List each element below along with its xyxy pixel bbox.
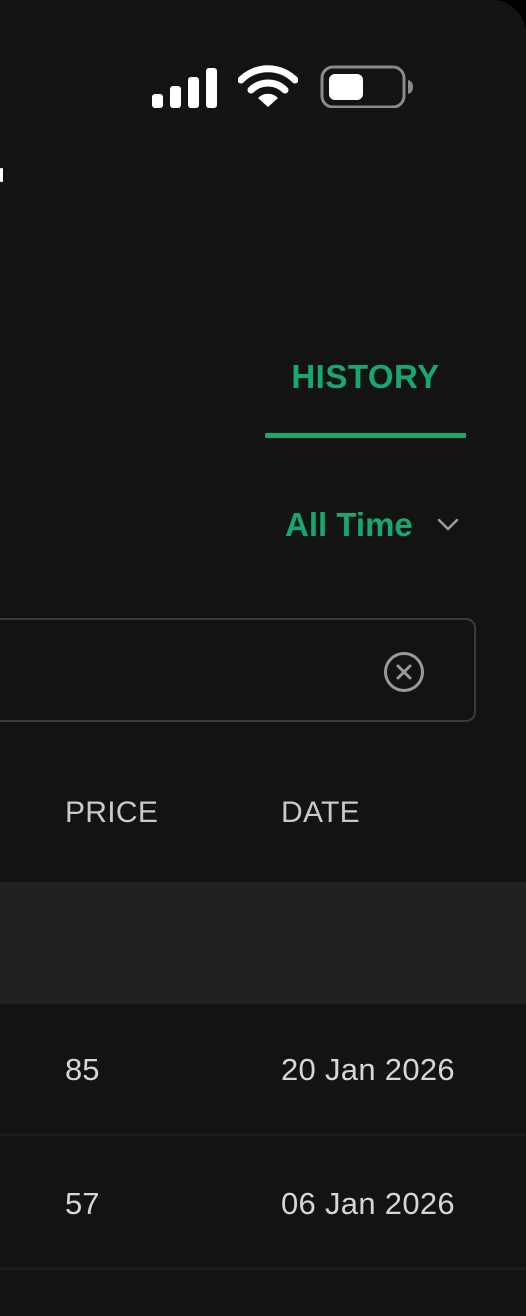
clear-circle-icon[interactable] (382, 650, 426, 694)
cellular-signal-icon (152, 68, 217, 108)
wifi-icon (238, 65, 298, 107)
column-header-date[interactable]: DATE (281, 796, 360, 830)
date-cell: 20 Jan 2026 (281, 1052, 455, 1087)
time-range-label: All Time (285, 506, 413, 543)
table-row[interactable]: 85 20 Jan 2026 (0, 1004, 526, 1136)
tab-history[interactable]: HISTORY (265, 350, 466, 438)
time-range-dropdown[interactable]: All Time (285, 502, 465, 552)
status-bar (140, 62, 430, 110)
column-header-price[interactable]: PRICE (65, 796, 158, 830)
tab-history-label: HISTORY (291, 358, 440, 395)
battery-icon (320, 65, 413, 108)
price-cell: 57 (65, 1186, 100, 1221)
date-cell: 06 Jan 2026 (281, 1186, 455, 1221)
active-tab-indicator (265, 433, 466, 438)
app-screen: HISTORY All Time PRICE DATE 85 20 Jan 20… (0, 0, 526, 1316)
price-cell: 85 (65, 1052, 100, 1087)
chevron-down-icon (437, 518, 459, 531)
table-row[interactable]: 57 06 Jan 2026 (0, 1138, 526, 1270)
edge-fragment (0, 168, 3, 182)
section-band (0, 882, 526, 1004)
